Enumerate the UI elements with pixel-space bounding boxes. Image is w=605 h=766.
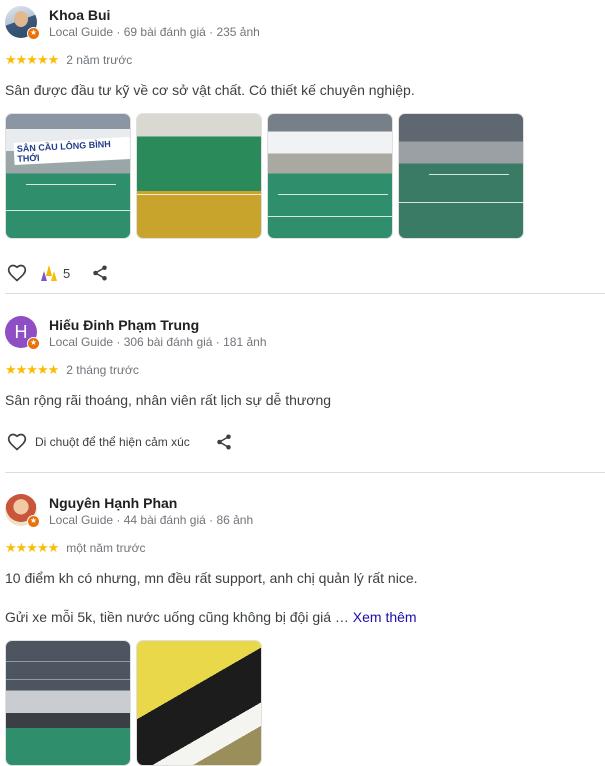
avatar[interactable]: H ★	[5, 316, 40, 350]
reviewer-name[interactable]: Hiếu Đinh Phạm Trung	[49, 316, 267, 334]
review-photos: SÂN CẦU LÔNG BÌNH THỚI	[5, 113, 605, 239]
reviewer-meta: Local Guide · 69 bài đánh giá · 235 ảnh	[49, 25, 260, 39]
review-text-continued: Gửi xe mỗi 5k, tiền nước uống cũng không…	[5, 607, 605, 627]
review-card: ★ Nguyên Hạnh Phan Local Guide · 44 bài …	[5, 494, 605, 766]
share-icon[interactable]	[212, 430, 236, 454]
review-text: Sân được đầu tư kỹ về cơ sở vật chất. Có…	[5, 82, 415, 98]
review-text-snippet: Gửi xe mỗi 5k, tiền nước uống cũng không…	[5, 609, 349, 625]
reaction-hint: Di chuột để thể hiện cảm xúc	[35, 435, 190, 449]
review-photo[interactable]	[267, 113, 393, 239]
avatar[interactable]: ★	[5, 6, 40, 40]
review-photo[interactable]	[136, 640, 262, 766]
heart-outline-icon[interactable]	[5, 430, 29, 454]
reviewer-meta: Local Guide · 44 bài đánh giá · 86 ảnh	[49, 513, 254, 527]
share-icon[interactable]	[88, 261, 112, 285]
review-text: 10 điểm kh có nhưng, mn đều rất support,…	[5, 570, 418, 586]
celebrate-icon	[37, 261, 61, 285]
review-card: H ★ Hiếu Đinh Phạm Trung Local Guide · 3…	[5, 316, 605, 454]
review-card: ★ Khoa Bui Local Guide · 69 bài đánh giá…	[5, 6, 605, 285]
heart-outline-icon[interactable]	[5, 261, 29, 285]
star-rating: ★★★★★	[5, 52, 59, 67]
divider	[5, 472, 605, 473]
review-photos	[5, 640, 605, 766]
star-rating: ★★★★★	[5, 540, 59, 555]
local-guide-badge-icon: ★	[27, 515, 40, 528]
see-more-link[interactable]: Xem thêm	[353, 609, 417, 625]
reviewer-name[interactable]: Nguyên Hạnh Phan	[49, 494, 253, 512]
review-date: một năm trước	[66, 541, 146, 555]
review-date: 2 tháng trước	[66, 363, 139, 377]
review-photo[interactable]	[136, 113, 262, 239]
divider	[5, 293, 605, 294]
review-date: 2 năm trước	[66, 53, 133, 67]
review-text: Sân rộng rãi thoáng, nhân viên rất lịch …	[5, 392, 332, 408]
local-guide-badge-icon: ★	[27, 337, 40, 350]
review-photo[interactable]	[5, 640, 131, 766]
reviewer-name[interactable]: Khoa Bui	[49, 6, 260, 24]
star-rating: ★★★★★	[5, 362, 59, 377]
reaction-count: 5	[63, 265, 71, 281]
avatar[interactable]: ★	[5, 494, 40, 528]
review-photo[interactable]	[398, 113, 524, 239]
photo-sign-text: SÂN CẦU LÔNG BÌNH THỚI	[13, 136, 130, 166]
review-photo[interactable]: SÂN CẦU LÔNG BÌNH THỚI	[5, 113, 131, 239]
reviewer-meta: Local Guide · 306 bài đánh giá · 181 ảnh	[49, 335, 267, 349]
local-guide-badge-icon: ★	[27, 27, 40, 40]
